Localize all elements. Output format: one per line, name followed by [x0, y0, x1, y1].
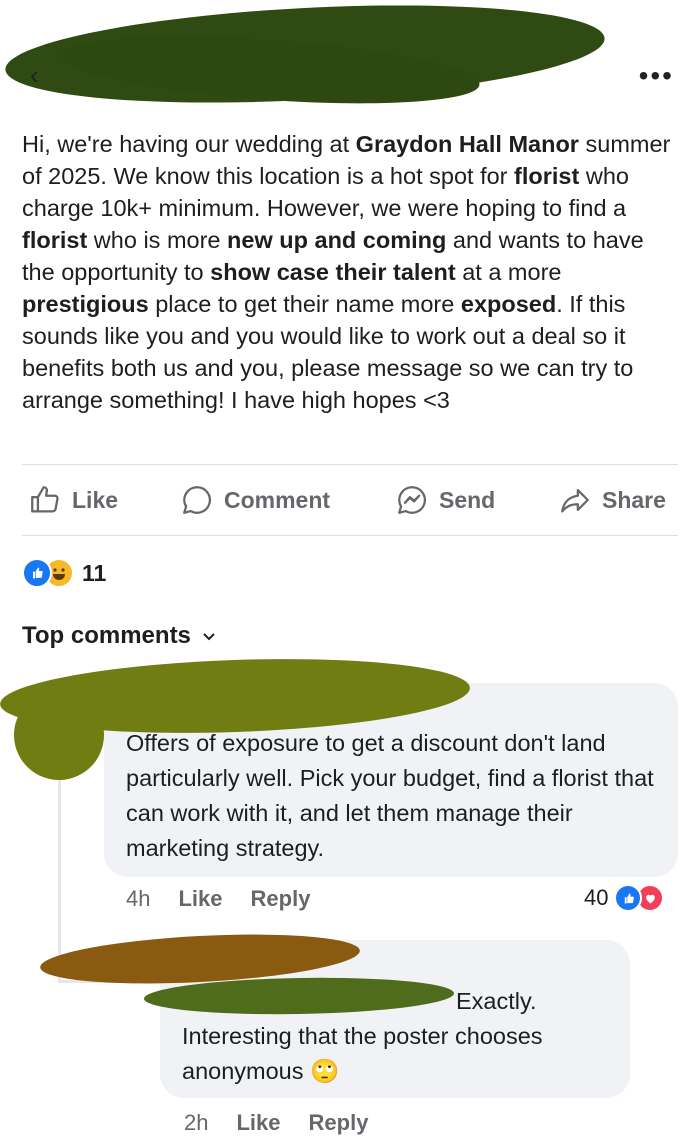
back-icon[interactable]: ‹: [30, 60, 39, 91]
reaction-count: 11: [82, 559, 107, 586]
post-text-segment: who is more: [87, 227, 228, 253]
more-options-icon[interactable]: •••: [639, 62, 674, 90]
comment-button[interactable]: Comment: [180, 474, 330, 526]
send-label: Send: [439, 486, 496, 513]
post-bold-text: new up and coming: [227, 227, 447, 253]
comment-time-2: 2h: [184, 1110, 209, 1135]
post-body-text: Hi, we're having our wedding at Graydon …: [22, 128, 682, 416]
post-text-segment: at a more: [455, 259, 562, 285]
post-text-segment: place to get their name more: [148, 291, 461, 317]
comment-label: Comment: [224, 486, 331, 513]
comment-text-2-rest: Interesting that the poster chooses anon…: [182, 1023, 543, 1084]
comment-time-1: 4h: [126, 886, 151, 911]
share-icon: [561, 488, 589, 513]
top-comments-filter[interactable]: Top comments: [22, 622, 217, 650]
comment-icon: [183, 486, 212, 514]
comment-text-2: Interesting that the poster chooses anon…: [182, 1019, 622, 1089]
reaction-summary[interactable]: 11: [22, 556, 106, 590]
send-button[interactable]: Send: [395, 474, 495, 526]
comment-reaction-count-1: 40: [584, 885, 609, 910]
comment-meta-2: 2h Like Reply: [184, 1110, 396, 1136]
messenger-icon: [398, 486, 427, 514]
comment-reply-button-2[interactable]: Reply: [309, 1110, 369, 1136]
post-action-bar: Like Comment Send Share: [0, 474, 700, 526]
post-bold-text: exposed: [460, 291, 557, 317]
post-text-segment: Hi, we're having our wedding at: [22, 131, 356, 157]
post-bold-text: show case their talent: [210, 259, 456, 285]
reply-thread-line: [58, 760, 61, 982]
divider-bottom: [22, 535, 678, 536]
like-button[interactable]: Like: [28, 474, 118, 526]
post-bold-text: prestigious: [22, 291, 149, 317]
post-bold-text: Graydon Hall Manor: [355, 131, 579, 157]
like-label: Like: [72, 486, 119, 513]
comment-like-button-1[interactable]: Like: [178, 886, 222, 912]
divider-top: [22, 464, 678, 465]
comment-text-1: Offers of exposure to get a discount don…: [126, 730, 654, 861]
top-comments-label: Top comments: [22, 622, 191, 649]
share-label: Share: [602, 486, 666, 513]
comment-reactions-1[interactable]: 40: [584, 884, 665, 912]
chevron-down-icon: [203, 633, 215, 641]
share-button[interactable]: Share: [558, 474, 666, 526]
thumbs-up-icon: [31, 486, 59, 513]
post-bold-text: florist: [514, 163, 580, 189]
post-bold-text: florist: [22, 227, 88, 253]
eye-roll-emoji-icon: 🙄: [310, 1058, 340, 1084]
comment-reply-button-1[interactable]: Reply: [251, 886, 311, 912]
comment-like-button-2[interactable]: Like: [236, 1110, 280, 1136]
comment-meta-1: 4h Like Reply: [126, 886, 338, 912]
like-reaction-icon: [22, 558, 52, 588]
comment-text-2-line1: Exactly.: [456, 988, 537, 1014]
like-reaction-icon-small: [614, 884, 643, 912]
